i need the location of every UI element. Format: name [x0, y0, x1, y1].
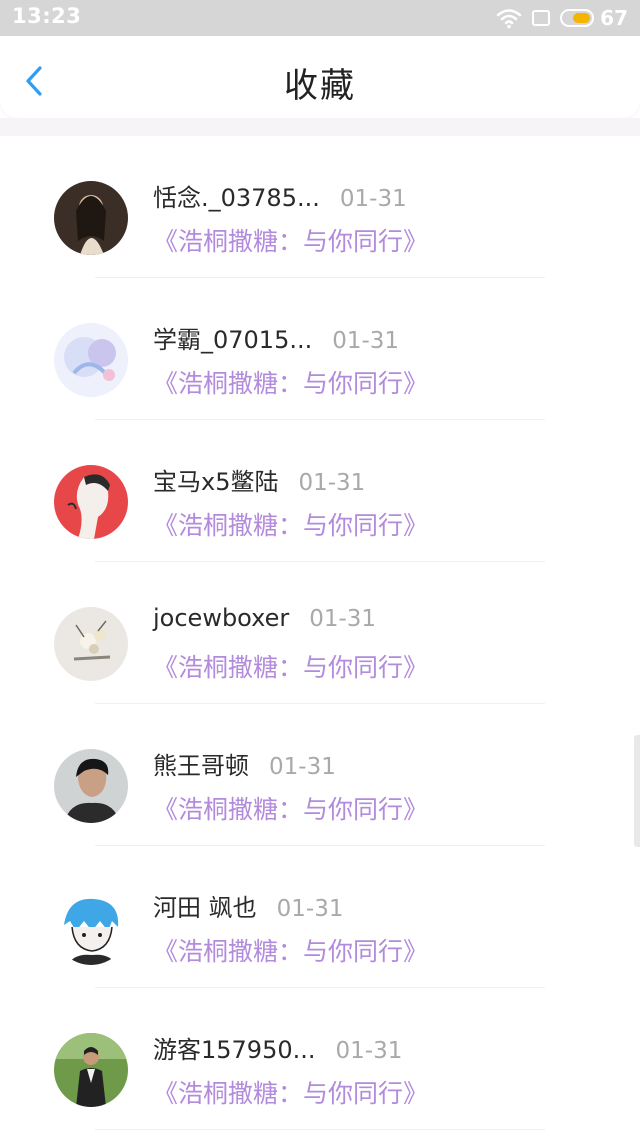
user-avatar[interactable]: [54, 607, 128, 681]
username[interactable]: 学霸_07015...: [153, 320, 312, 355]
username[interactable]: 河田 飒也: [153, 888, 257, 923]
work-title-link[interactable]: 《浩桐撒糖：与你同行》: [153, 932, 428, 968]
work-title-link[interactable]: 《浩桐撒糖：与你同行》: [153, 648, 428, 684]
date: 01-31: [269, 754, 336, 780]
date: 01-31: [335, 1038, 403, 1064]
work-title-link[interactable]: 《浩桐撒糖：与你同行》: [153, 1074, 428, 1110]
favorite-item[interactable]: 学霸_07015... 01-31 《浩桐撒糖：与你同行》: [0, 278, 640, 420]
status-time: 13:23: [12, 4, 82, 28]
date: 01-31: [339, 186, 407, 212]
battery-percent: 67: [600, 6, 628, 30]
header-divider: [0, 118, 640, 136]
user-avatar[interactable]: [54, 465, 128, 539]
user-avatar[interactable]: [54, 1033, 128, 1107]
favorite-item[interactable]: 宝马x5鳖陆 01-31 《浩桐撒糖：与你同行》: [0, 420, 640, 562]
favorite-item[interactable]: jocewboxer 01-31 《浩桐撒糖：与你同行》: [0, 562, 640, 704]
work-title-link[interactable]: 《浩桐撒糖：与你同行》: [153, 364, 428, 400]
work-title-link[interactable]: 《浩桐撒糖：与你同行》: [153, 790, 428, 826]
user-avatar[interactable]: [54, 323, 128, 397]
username[interactable]: jocewboxer: [153, 604, 289, 632]
username[interactable]: 恬念._03785...: [153, 178, 320, 213]
username[interactable]: 熊王哥顿: [153, 746, 249, 781]
favorite-item[interactable]: 熊王哥顿 01-31 《浩桐撒糖：与你同行》: [0, 704, 640, 846]
date: 01-31: [276, 896, 344, 922]
username[interactable]: 游客157950...: [153, 1030, 316, 1065]
header: 收藏: [0, 36, 640, 118]
page-title: 收藏: [284, 66, 356, 106]
user-avatar[interactable]: [54, 891, 128, 965]
work-title-link[interactable]: 《浩桐撒糖：与你同行》: [153, 222, 428, 258]
favorites-list: 恬念._03785... 01-31 《浩桐撒糖：与你同行》 学霸_07015.…: [0, 136, 640, 1130]
status-icons: 67: [496, 5, 628, 31]
user-avatar[interactable]: [54, 181, 128, 255]
username[interactable]: 宝马x5鳖陆: [153, 462, 278, 497]
status-bar: 13:23 67: [0, 0, 640, 36]
favorite-item[interactable]: 河田 飒也 01-31 《浩桐撒糖：与你同行》: [0, 846, 640, 988]
date: 01-31: [332, 328, 400, 354]
user-avatar[interactable]: [54, 749, 128, 823]
favorite-item[interactable]: 恬念._03785... 01-31 《浩桐撒糖：与你同行》: [0, 136, 640, 278]
battery-icon: 67: [560, 6, 628, 30]
scrollbar[interactable]: [634, 735, 640, 847]
date: 01-31: [309, 606, 377, 632]
work-title-link[interactable]: 《浩桐撒糖：与你同行》: [153, 506, 428, 542]
wifi-icon: [496, 7, 522, 29]
divider: [95, 1129, 545, 1130]
sim-icon: [531, 9, 551, 27]
date: 01-31: [298, 470, 366, 496]
favorite-item[interactable]: 游客157950... 01-31 《浩桐撒糖：与你同行》: [0, 988, 640, 1130]
